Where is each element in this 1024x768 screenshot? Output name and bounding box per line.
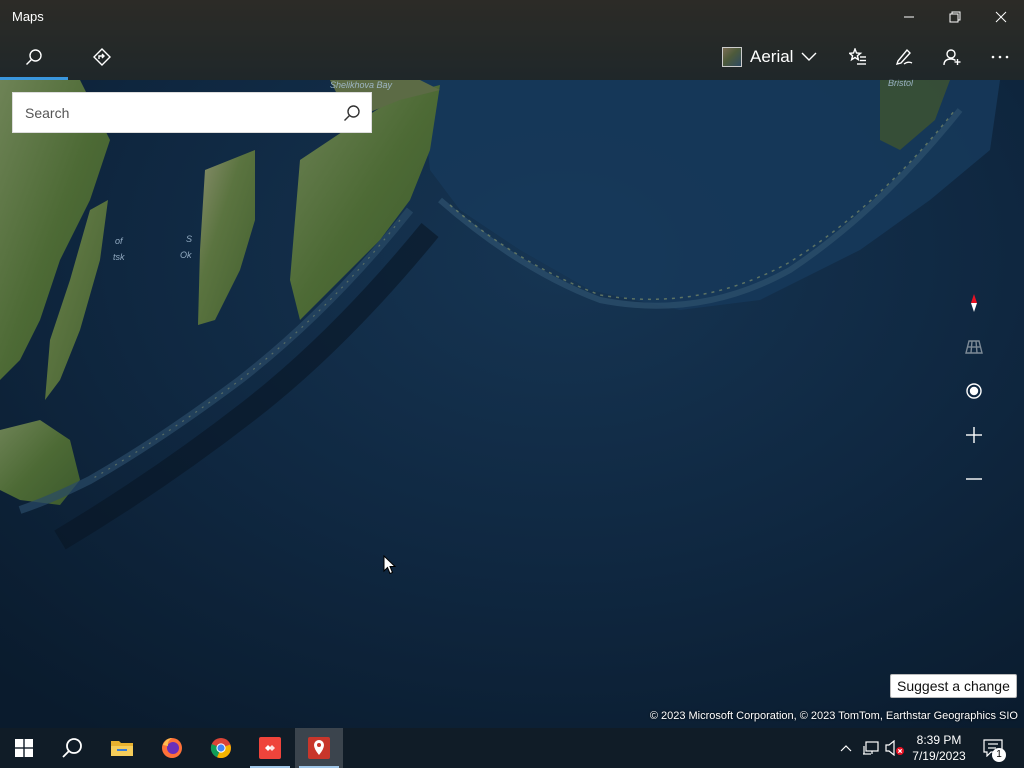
taskbar-anydesk[interactable]: [246, 728, 294, 768]
action-center-button[interactable]: 1: [978, 728, 1008, 768]
map-style-picker[interactable]: Aerial: [722, 33, 822, 80]
account-button[interactable]: [930, 33, 974, 80]
clock[interactable]: 8:39 PM 7/19/2023: [906, 728, 972, 768]
selected-tab-indicator: [0, 77, 68, 80]
suggest-change-button[interactable]: Suggest a change: [890, 674, 1017, 698]
zoom-in-button[interactable]: [952, 413, 996, 457]
search-icon: [344, 104, 360, 121]
directions-icon: [93, 47, 111, 66]
taskbar-file-explorer[interactable]: [98, 728, 146, 768]
map-label-s: S: [186, 234, 192, 244]
volume-muted-icon: [885, 740, 904, 756]
aerial-thumbnail-icon: [722, 46, 742, 67]
taskbar-search-button[interactable]: [48, 728, 96, 768]
tab-search[interactable]: [0, 33, 68, 80]
tilt-3d-icon: [965, 340, 983, 354]
chrome-icon: [210, 738, 231, 759]
taskbar: 8:39 PM 7/19/2023 1: [0, 728, 1024, 768]
more-icon: [991, 55, 1009, 58]
maps-icon: [308, 737, 330, 759]
account-icon: [943, 48, 961, 65]
favorites-icon: [849, 47, 866, 65]
title-bar[interactable]: Maps: [0, 0, 1024, 33]
ink-pen-icon: [895, 48, 913, 65]
restore-icon: [949, 11, 961, 22]
close-button[interactable]: [978, 0, 1024, 33]
minimize-icon: [904, 16, 914, 17]
my-location-button[interactable]: [952, 369, 996, 413]
zoom-out-icon: [966, 478, 982, 480]
anydesk-icon: [259, 737, 281, 759]
map-label-tsk: tsk: [113, 252, 125, 262]
zoom-in-icon: [966, 427, 982, 443]
mouse-cursor-icon: [383, 555, 397, 575]
restore-button[interactable]: [932, 0, 978, 33]
search-input[interactable]: [13, 93, 333, 132]
maps-toolbar: Aerial: [0, 33, 1024, 80]
start-button[interactable]: [0, 728, 48, 768]
folder-icon: [111, 741, 133, 756]
network-icon: [863, 741, 879, 755]
map-style-label: Aerial: [750, 46, 794, 66]
search-submit-button[interactable]: [333, 93, 371, 132]
chevron-up-icon: [840, 745, 852, 752]
map-label-shelikhova-bay: Shelikhova Bay: [330, 80, 393, 90]
compass-icon: [971, 294, 977, 312]
zoom-out-button[interactable]: [952, 457, 996, 501]
clock-time: 8:39 PM: [916, 733, 962, 747]
favorites-button[interactable]: [836, 33, 880, 80]
my-location-icon: [966, 383, 982, 399]
windows-start-icon: [15, 739, 33, 757]
close-icon: [995, 11, 1007, 22]
minimize-button[interactable]: [886, 0, 932, 33]
volume-tray-button[interactable]: [884, 728, 906, 768]
search-box: [12, 92, 372, 133]
taskbar-firefox[interactable]: [148, 728, 196, 768]
compass-button[interactable]: [952, 281, 996, 325]
notification-count-badge: 1: [992, 748, 1006, 762]
tab-directions[interactable]: [68, 33, 136, 80]
taskbar-maps[interactable]: [295, 728, 343, 768]
map-label-ok: Ok: [180, 250, 192, 260]
show-hidden-icons-button[interactable]: [836, 728, 856, 768]
ink-button[interactable]: [882, 33, 926, 80]
tilt-3d-button[interactable]: [952, 325, 996, 369]
firefox-icon: [162, 738, 182, 758]
chevron-down-icon: [801, 52, 817, 61]
taskbar-chrome[interactable]: [197, 728, 245, 768]
more-options-button[interactable]: [978, 33, 1022, 80]
search-icon: [26, 48, 42, 65]
clock-date: 7/19/2023: [912, 749, 966, 763]
network-tray-button[interactable]: [860, 728, 882, 768]
map-copyright: © 2023 Microsoft Corporation, © 2023 Tom…: [649, 710, 1018, 722]
app-title: Maps: [12, 9, 44, 24]
search-icon: [62, 738, 82, 758]
